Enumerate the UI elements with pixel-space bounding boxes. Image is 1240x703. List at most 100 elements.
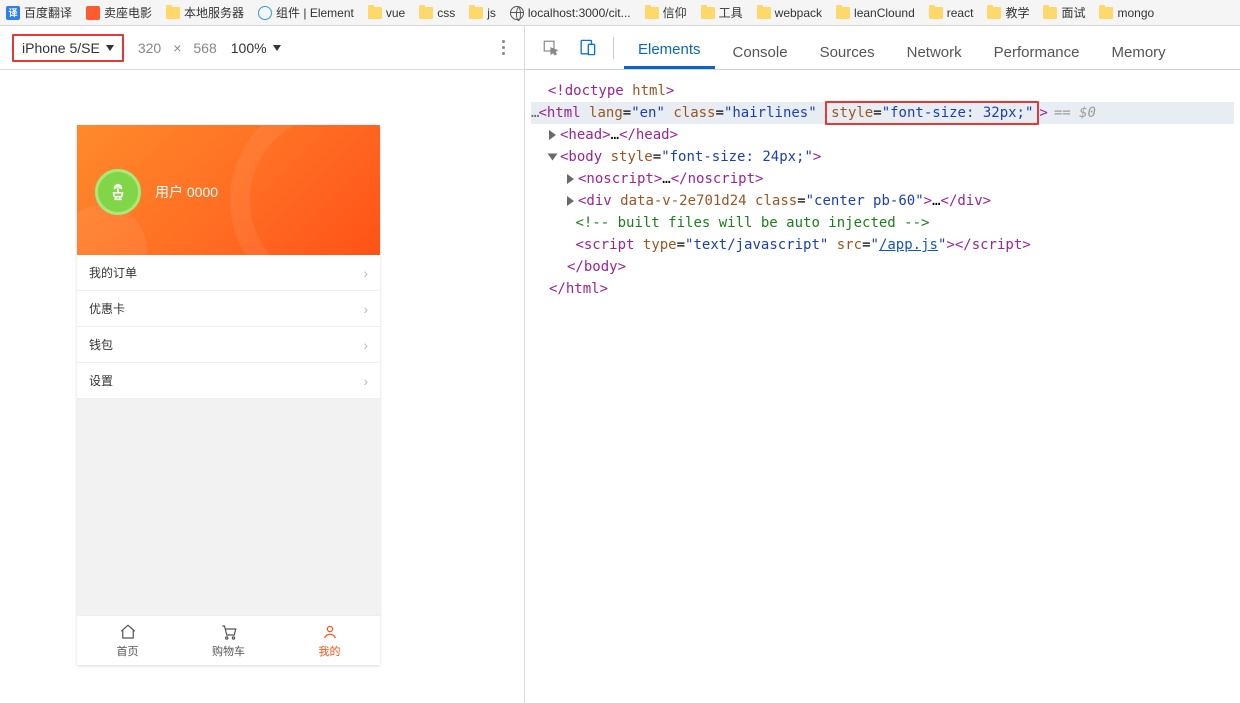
device-dimensions: 320 × 568: [138, 40, 217, 56]
tab-network[interactable]: Network: [893, 36, 976, 69]
bookmark-label: 教学: [1005, 4, 1029, 21]
device-toolbar: iPhone 5/SE 320 × 568 100%: [0, 26, 524, 70]
code-line[interactable]: <script type="text/javascript" src="/app…: [531, 234, 1234, 256]
bookmark-label: 工具: [719, 4, 743, 21]
menu-item-label: 我的订单: [89, 264, 137, 281]
highlight-box: style="font-size: 32px;": [825, 101, 1039, 125]
code-line-selected[interactable]: …<html lang="en" class="hairlines" style…: [531, 102, 1234, 124]
tab-console[interactable]: Console: [719, 36, 802, 69]
folder-icon: [419, 7, 433, 19]
code-line[interactable]: </body>: [531, 256, 1234, 278]
bookmark-item[interactable]: 组件 | Element: [258, 4, 354, 21]
code-line[interactable]: </html>: [531, 278, 1234, 300]
code-line[interactable]: <body style="font-size: 24px;">: [531, 146, 1234, 168]
code-line[interactable]: <!doctype html>: [531, 80, 1234, 102]
folder-icon: [368, 7, 382, 19]
globe-icon: [510, 6, 524, 20]
expand-triangle-icon[interactable]: [549, 130, 556, 140]
bookmark-label: 信仰: [663, 4, 687, 21]
device-selector[interactable]: iPhone 5/SE: [12, 34, 124, 62]
device-name: iPhone 5/SE: [22, 40, 100, 56]
bookmark-folder[interactable]: webpack: [757, 6, 822, 20]
device-icon: [578, 38, 597, 57]
tabbar-label: 首页: [117, 643, 139, 659]
chevron-right-icon: ›: [363, 301, 368, 317]
favicon-element: [258, 6, 272, 20]
bookmark-folder[interactable]: 教学: [987, 4, 1029, 21]
device-preview-pane: iPhone 5/SE 320 × 568 100%: [0, 26, 525, 703]
tabbar-label: 我的: [319, 643, 341, 659]
chevron-right-icon: ›: [363, 265, 368, 281]
folder-icon: [701, 7, 715, 19]
bookmark-label: vue: [386, 6, 405, 20]
tabbar-home[interactable]: 首页: [77, 616, 178, 665]
bookmark-item[interactable]: 译百度翻译: [6, 4, 72, 21]
phone-tabbar: 首页 购物车 我的: [77, 615, 380, 665]
bookmark-folder[interactable]: 面试: [1043, 4, 1085, 21]
bookmark-bar: 译百度翻译 卖座电影 本地服务器 组件 | Element vue css js…: [0, 0, 1240, 26]
bookmark-folder[interactable]: vue: [368, 6, 405, 20]
bookmark-folder[interactable]: css: [419, 6, 455, 20]
bookmark-label: css: [437, 6, 455, 20]
more-options-button[interactable]: [494, 39, 512, 57]
bookmark-folder[interactable]: js: [469, 6, 496, 20]
menu-item-wallet[interactable]: 钱包›: [77, 327, 380, 363]
menu-item-label: 优惠卡: [89, 300, 125, 317]
bookmark-folder[interactable]: mongo: [1099, 6, 1154, 20]
cart-icon: [220, 623, 238, 641]
bookmark-folder[interactable]: 工具: [701, 4, 743, 21]
menu-item-label: 钱包: [89, 336, 113, 353]
folder-icon: [1043, 7, 1057, 19]
bookmark-label: react: [947, 6, 974, 20]
selected-indicator: == $0: [1054, 105, 1096, 121]
user-header: 用户 0000: [77, 125, 380, 255]
plant-icon: [107, 181, 129, 203]
code-line[interactable]: <head>…</head>: [531, 124, 1234, 146]
bookmark-label: webpack: [775, 6, 822, 20]
bookmark-item[interactable]: localhost:3000/cit...: [510, 6, 631, 20]
bookmark-folder[interactable]: 本地服务器: [166, 4, 244, 21]
device-height[interactable]: 568: [193, 40, 216, 56]
collapse-triangle-icon[interactable]: [548, 154, 558, 161]
tab-performance[interactable]: Performance: [980, 36, 1094, 69]
code-line[interactable]: <noscript>…</noscript>: [531, 168, 1234, 190]
code-line[interactable]: <div data-v-2e701d24 class="center pb-60…: [531, 190, 1234, 212]
bookmark-item[interactable]: 卖座电影: [86, 4, 152, 21]
dropdown-triangle-icon: [106, 45, 114, 51]
tab-elements[interactable]: Elements: [624, 33, 715, 69]
bookmark-folder[interactable]: 信仰: [645, 4, 687, 21]
bookmark-label: 面试: [1061, 4, 1085, 21]
username-label: 用户 0000: [155, 182, 218, 202]
menu-item-orders[interactable]: 我的订单 ›: [77, 255, 380, 291]
menu-item-coupons[interactable]: 优惠卡 ›: [77, 291, 380, 327]
tabbar-cart[interactable]: 购物车: [178, 616, 279, 665]
bookmark-folder[interactable]: leanClound: [836, 6, 915, 20]
zoom-value: 100%: [231, 40, 267, 56]
bookmark-label: localhost:3000/cit...: [528, 6, 631, 20]
folder-icon: [836, 7, 850, 19]
menu-item-settings[interactable]: 设置›: [77, 363, 380, 399]
phone-frame: 用户 0000 我的订单› 优惠卡› 钱包› 设置› 首页: [77, 125, 380, 665]
tabbar-profile[interactable]: 我的: [279, 616, 380, 665]
elements-tree[interactable]: <!doctype html> …<html lang="en" class="…: [525, 70, 1240, 703]
chevron-right-icon: ›: [363, 373, 368, 389]
user-avatar[interactable]: [95, 169, 141, 215]
expand-triangle-icon[interactable]: [567, 174, 574, 184]
bookmark-label: 百度翻译: [24, 4, 72, 21]
folder-icon: [987, 7, 1001, 19]
tab-memory[interactable]: Memory: [1098, 36, 1180, 69]
bookmark-folder[interactable]: react: [929, 6, 974, 20]
favicon-maizuo: [86, 6, 100, 20]
inspect-icon: [542, 39, 560, 57]
tab-sources[interactable]: Sources: [806, 36, 889, 69]
device-width[interactable]: 320: [138, 40, 161, 56]
toggle-device-button[interactable]: [571, 32, 603, 64]
bookmark-label: 卖座电影: [104, 4, 152, 21]
zoom-selector[interactable]: 100%: [231, 40, 281, 56]
folder-icon: [929, 7, 943, 19]
times-symbol: ×: [173, 40, 181, 56]
code-line[interactable]: <!-- built files will be auto injected -…: [531, 212, 1234, 234]
devtools-tabbar: Elements Console Sources Network Perform…: [525, 26, 1240, 70]
expand-triangle-icon[interactable]: [567, 196, 574, 206]
element-picker-button[interactable]: [535, 32, 567, 64]
